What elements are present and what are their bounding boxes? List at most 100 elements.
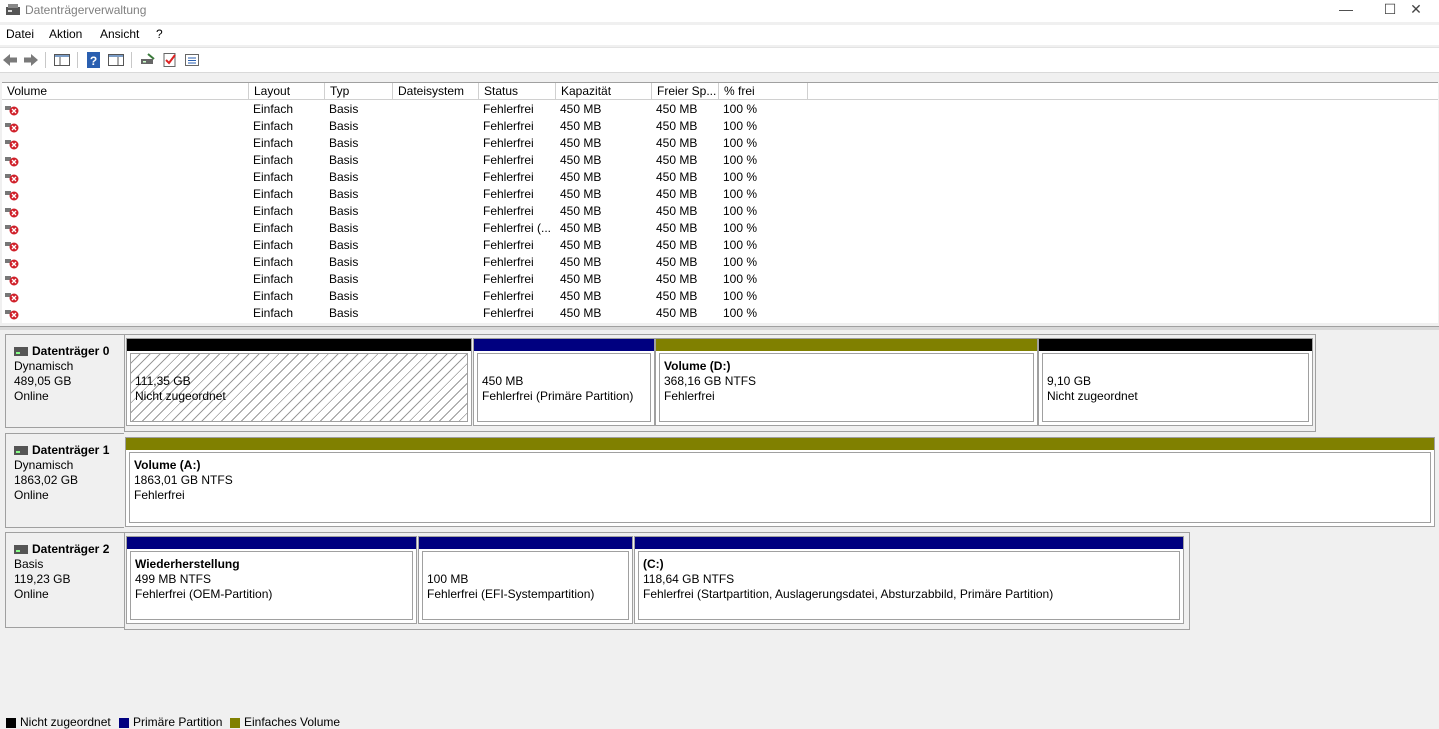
menu-bar: Datei Aktion Ansicht ? [0,25,1439,45]
cell-typ: Basis [329,119,359,133]
cell-pct: 100 % [723,238,758,252]
menu-help[interactable]: ? [156,27,163,41]
disk-icon [14,545,28,554]
cell-status: Fehlerfrei [483,119,534,133]
column-header-prozent-frei[interactable]: % frei [719,83,808,100]
table-row[interactable]: Einfach Basis Fehlerfrei 450 MB 450 MB 100 % [2,237,1438,254]
disk-2-partition-efi[interactable]: 100 MB Fehlerfrei (EFI-Systempartition) [418,536,633,624]
minimize-button[interactable]: — [1323,0,1369,22]
close-button[interactable]: ✕ [1393,0,1439,22]
disk-2-state: Online [14,587,49,601]
cell-free: 450 MB [656,170,698,184]
legend-label: Primäre Partition [133,715,223,729]
disk-2-label[interactable]: Datenträger 2 Basis 119,23 GB Online [5,532,124,628]
partition-size: 111,35 GB [135,374,191,388]
forward-button[interactable] [22,51,40,69]
table-row[interactable]: Einfach Basis Fehlerfrei 450 MB 450 MB 100 % [2,152,1438,169]
table-row[interactable]: Einfach Basis Fehlerfrei 450 MB 450 MB 100 % [2,288,1438,305]
partition-status: Nicht zugeordnet [135,389,226,403]
cell-typ: Basis [329,255,359,269]
table-row[interactable]: Einfach Basis Fehlerfrei 450 MB 450 MB 100 % [2,271,1438,288]
help-button[interactable]: ? [85,51,103,69]
primary-color-bar [474,339,654,351]
disk-2-partition-recovery[interactable]: Wiederherstellung 499 MB NTFS Fehlerfrei… [126,536,417,624]
arrow-left-icon [3,54,17,66]
show-hide-action-pane-button[interactable] [107,51,125,69]
disk-0-partition-volume-d[interactable]: Volume (D:) 368,16 GB NTFS Fehlerfrei [655,338,1038,426]
list-icon [185,54,199,66]
cell-typ: Basis [329,238,359,252]
cell-pct: 100 % [723,289,758,303]
volume-error-icon [5,106,19,116]
cell-status: Fehlerfrei [483,204,534,218]
disk-1-partition-volume-a[interactable]: Volume (A:) 1863,01 GB NTFS Fehlerfrei [125,437,1435,527]
volume-list[interactable]: Volume Layout Typ Dateisystem Status Kap… [2,82,1438,323]
table-row[interactable]: Einfach Basis Fehlerfrei 450 MB 450 MB 100 % [2,135,1438,152]
simple-volume-color-bar [126,438,1434,450]
partition-size: 9,10 GB [1047,374,1092,388]
cell-pct: 100 % [723,153,758,167]
cell-free: 450 MB [656,221,698,235]
volume-error-icon [5,293,19,303]
cell-pct: 100 % [723,255,758,269]
disk-0-partition-unallocated-2[interactable]: 9,10 GB Nicht zugeordnet [1038,338,1313,426]
disk-0-partition-primary[interactable]: 450 MB Fehlerfrei (Primäre Partition) [473,338,655,426]
table-row[interactable]: Einfach Basis Fehlerfrei 450 MB 450 MB 100 % [2,118,1438,135]
column-header-dateisystem[interactable]: Dateisystem [393,83,479,100]
cell-typ: Basis [329,306,359,320]
cell-status: Fehlerfrei [483,136,534,150]
column-header-status[interactable]: Status [479,83,556,100]
show-hide-console-tree-button[interactable] [53,51,71,69]
cell-cap: 450 MB [560,170,602,184]
connect-disk-button[interactable] [139,51,157,69]
menu-datei[interactable]: Datei [6,27,34,41]
disk-1-type: Dynamisch [14,458,74,472]
cell-typ: Basis [329,153,359,167]
cell-cap: 450 MB [560,102,602,116]
column-header-layout[interactable]: Layout [249,83,325,100]
table-row[interactable]: Einfach Basis Fehlerfrei (... 450 MB 450 MB 1… [2,220,1438,237]
disk-1-label[interactable]: Datenträger 1 Dynamisch 1863,02 GB Onlin… [5,433,124,528]
disk-0-size: 489,05 GB [14,374,72,388]
action-pane-icon [108,54,124,66]
primary-color-bar [127,537,416,549]
column-header-volume[interactable]: Volume [2,83,249,100]
column-header-kapazitaet[interactable]: Kapazität [556,83,652,100]
column-header-freier-speicher[interactable]: Freier Sp... [652,83,719,100]
menu-aktion[interactable]: Aktion [49,27,82,41]
cell-pct: 100 % [723,170,758,184]
table-row[interactable]: Einfach Basis Fehlerfrei 450 MB 450 MB 100 % [2,186,1438,203]
cell-cap: 450 MB [560,136,602,150]
partition-size: 1863,01 GB NTFS [134,473,233,487]
cell-layout: Einfach [253,136,294,150]
volume-error-icon [5,225,19,235]
properties-list-button[interactable] [183,51,201,69]
table-row[interactable]: Einfach Basis Fehlerfrei 450 MB 450 MB 100 % [2,101,1438,118]
table-row[interactable]: Einfach Basis Fehlerfrei 450 MB 450 MB 100 % [2,254,1438,271]
disk-2-partition-c[interactable]: (C:) 118,64 GB NTFS Fehlerfrei (Startpar… [634,536,1184,624]
cell-typ: Basis [329,272,359,286]
volume-error-icon [5,123,19,133]
table-row[interactable]: Einfach Basis Fehlerfrei 450 MB 450 MB 100 % [2,169,1438,186]
table-row[interactable]: Einfach Basis Fehlerfrei 450 MB 450 MB 100 % [2,203,1438,220]
cell-status: Fehlerfrei [483,187,534,201]
disk-1-name: Datenträger 1 [14,443,124,458]
check-properties-button[interactable] [161,51,179,69]
disk-2-size: 119,23 GB [14,572,71,586]
back-button[interactable] [1,51,19,69]
menu-ansicht[interactable]: Ansicht [100,27,139,41]
table-row[interactable]: Einfach Basis Fehlerfrei 450 MB 450 MB 100 % [2,305,1438,322]
disk-0-label[interactable]: Datenträger 0 Dynamisch 489,05 GB Online [5,334,124,428]
console-tree-icon [54,54,70,66]
simple-volume-color-bar [656,339,1037,351]
cell-free: 450 MB [656,238,698,252]
disk-0-partition-unallocated[interactable]: 111,35 GB Nicht zugeordnet [126,338,472,426]
disk-2-type: Basis [14,557,44,571]
cell-free: 450 MB [656,289,698,303]
drive-connect-icon [141,53,155,64]
volume-error-icon [5,310,19,320]
partition-size: 368,16 GB NTFS [664,374,757,388]
cell-layout: Einfach [253,255,294,269]
column-header-typ[interactable]: Typ [325,83,393,100]
partition-title: Volume (D:) [664,359,731,373]
